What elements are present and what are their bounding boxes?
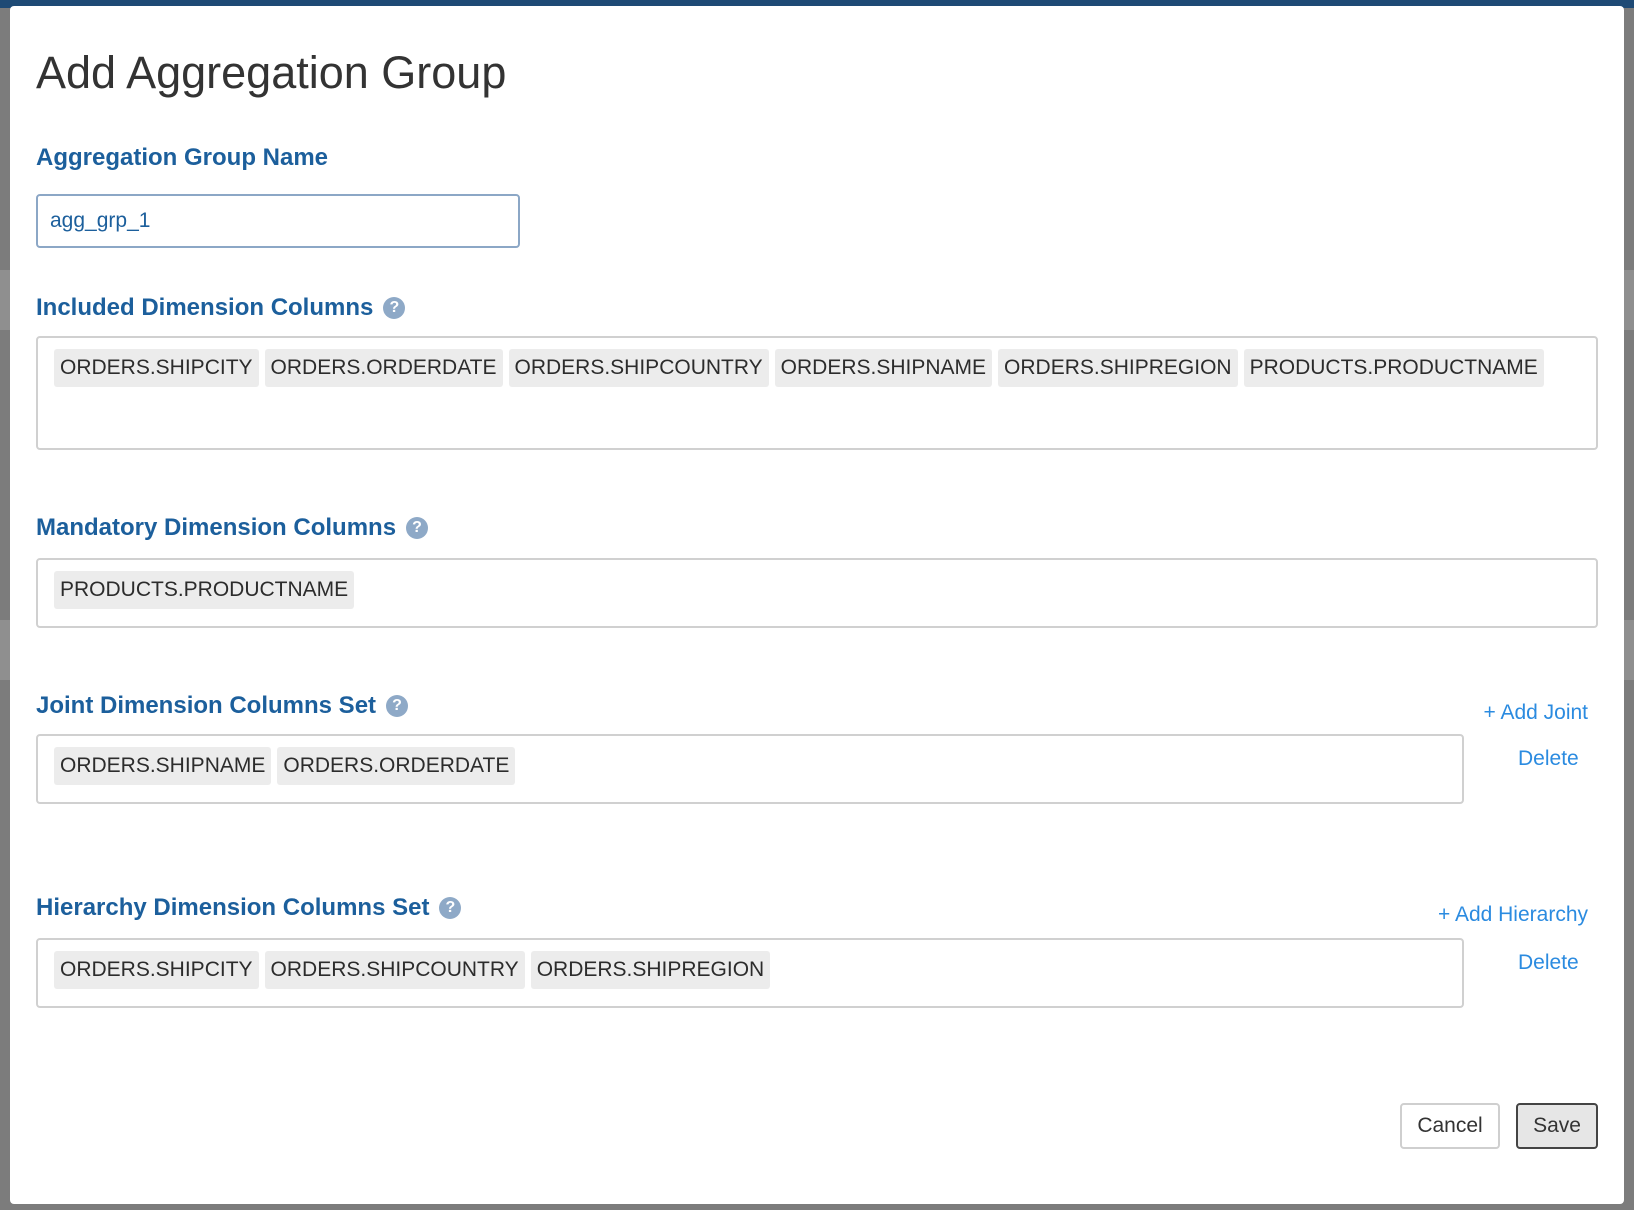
joint-columns-label: Joint Dimension Columns Set ? — [36, 692, 409, 719]
save-button[interactable]: Save — [1516, 1103, 1598, 1149]
column-tag[interactable]: ORDERS.SHIPNAME — [774, 349, 993, 387]
column-tag[interactable]: ORDERS.SHIPCOUNTRY — [508, 349, 769, 387]
help-icon[interactable]: ? — [406, 517, 429, 539]
column-tag[interactable]: PRODUCTS.PRODUCTNAME — [54, 571, 355, 609]
column-tag[interactable]: ORDERS.SHIPCITY — [54, 349, 259, 387]
add-aggregation-group-modal: Add Aggregation Group Aggregation Group … — [10, 6, 1624, 1204]
cancel-button[interactable]: Cancel — [1400, 1103, 1500, 1149]
column-tag[interactable]: ORDERS.ORDERDATE — [264, 349, 503, 387]
group-name-label-text: Aggregation Group Name — [36, 144, 329, 171]
hierarchy-columns-label-text: Hierarchy Dimension Columns Set — [36, 894, 430, 921]
included-columns-label-text: Included Dimension Columns — [36, 294, 374, 321]
help-icon[interactable]: ? — [383, 297, 406, 319]
column-tag[interactable]: ORDERS.SHIPNAME — [54, 747, 272, 785]
column-tag[interactable]: ORDERS.SHIPREGION — [530, 951, 771, 989]
mandatory-columns-select[interactable]: PRODUCTS.PRODUCTNAME — [36, 558, 1598, 628]
add-hierarchy-link[interactable]: + Add Hierarchy — [1438, 904, 1588, 925]
modal-title: Add Aggregation Group — [36, 47, 507, 98]
column-tag[interactable]: ORDERS.ORDERDATE — [277, 747, 516, 785]
column-tag[interactable]: ORDERS.SHIPCITY — [54, 951, 259, 989]
column-tag[interactable]: ORDERS.SHIPREGION — [998, 349, 1238, 387]
group-name-input[interactable] — [36, 194, 520, 248]
delete-hierarchy-link[interactable]: Delete — [1518, 952, 1579, 973]
group-name-label: Aggregation Group Name — [36, 146, 328, 170]
help-icon[interactable]: ? — [439, 897, 462, 919]
included-columns-label: Included Dimension Columns ? — [36, 294, 406, 321]
mandatory-columns-label: Mandatory Dimension Columns ? — [36, 514, 429, 541]
hierarchy-columns-select[interactable]: ORDERS.SHIPCITY ORDERS.SHIPCOUNTRY ORDERS.… — [36, 938, 1464, 1008]
joint-columns-select[interactable]: ORDERS.SHIPNAME ORDERS.ORDERDATE — [36, 734, 1464, 804]
column-tag[interactable]: PRODUCTS.PRODUCTNAME — [1243, 349, 1544, 387]
included-columns-select[interactable]: ORDERS.SHIPCITY ORDERS.ORDERDATE ORDERS.SH… — [36, 336, 1598, 450]
mandatory-columns-label-text: Mandatory Dimension Columns — [36, 514, 397, 541]
help-icon[interactable]: ? — [386, 695, 409, 717]
column-tag[interactable]: ORDERS.SHIPCOUNTRY — [264, 951, 525, 989]
joint-columns-label-text: Joint Dimension Columns Set — [36, 692, 377, 719]
delete-joint-link[interactable]: Delete — [1518, 748, 1579, 769]
add-joint-link[interactable]: + Add Joint — [1484, 702, 1589, 723]
hierarchy-columns-label: Hierarchy Dimension Columns Set ? — [36, 894, 462, 921]
